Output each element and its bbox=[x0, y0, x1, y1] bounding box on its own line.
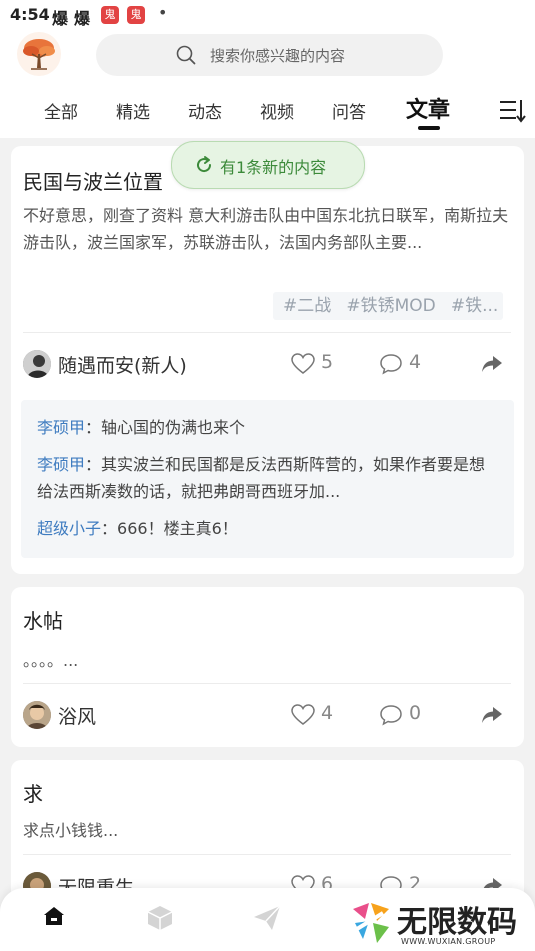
tab-activity[interactable]: 动态 bbox=[188, 98, 222, 123]
divider bbox=[23, 683, 511, 684]
search-icon bbox=[176, 45, 196, 65]
watermark: 无限数码 WWW.WUXIAN.GROUP bbox=[345, 895, 535, 951]
comment-preview: 李硕甲：轴心国的伪满也来个 bbox=[37, 414, 499, 441]
like-button[interactable]: 4 bbox=[291, 702, 333, 730]
new-content-text: 有1条新的内容 bbox=[220, 158, 327, 177]
app-logo[interactable] bbox=[17, 32, 61, 76]
comment-icon bbox=[380, 354, 402, 375]
tree-logo-icon bbox=[23, 39, 55, 70]
post-excerpt: 不好意思，刚查了资料 意大利游击队由中国东北抗日联军，南斯拉夫游击队，波兰国家军… bbox=[23, 206, 509, 252]
comment-text: 轴心国的伪满也来个 bbox=[101, 418, 246, 437]
author-name[interactable]: 随遇而安(新人) bbox=[58, 351, 187, 378]
watermark-text: 无限数码 bbox=[397, 905, 517, 940]
commenter-name[interactable]: 超级小子 bbox=[37, 519, 101, 538]
tab-all[interactable]: 全部 bbox=[44, 98, 78, 123]
like-count: 4 bbox=[321, 702, 334, 724]
watermark-subtext: WWW.WUXIAN.GROUP bbox=[401, 937, 496, 946]
search-bar[interactable]: 搜索你感兴趣的内容 bbox=[96, 34, 443, 76]
notification-glyph: 爆 bbox=[74, 9, 91, 28]
top-bar: 搜索你感兴趣的内容 全部 精选 动态 视频 问答 文章 bbox=[0, 30, 535, 138]
comment-button[interactable]: 0 bbox=[379, 702, 421, 730]
send-icon[interactable] bbox=[252, 904, 282, 932]
post-card[interactable]: 求 求点小钱钱... 无限重生 6 2 bbox=[11, 760, 524, 900]
post-tags: #二战 #铁锈MOD #铁... bbox=[273, 292, 503, 320]
commenter-name[interactable]: 李硕甲 bbox=[37, 418, 85, 437]
like-button[interactable]: 5 bbox=[291, 351, 333, 379]
post-title: 民国与波兰位置 bbox=[23, 170, 163, 194]
comment-icon bbox=[380, 705, 402, 726]
box-icon[interactable] bbox=[145, 904, 175, 932]
commenter-name[interactable]: 李硕甲 bbox=[37, 455, 85, 474]
heart-icon bbox=[291, 353, 315, 374]
tab-featured[interactable]: 精选 bbox=[116, 98, 150, 123]
post-title: 求 bbox=[23, 782, 43, 806]
status-bar: 4:54 爆 爆 鬼 鬼 • bbox=[0, 0, 535, 30]
tag[interactable]: #铁锈MOD bbox=[346, 292, 435, 320]
refresh-icon bbox=[197, 156, 212, 173]
like-count: 5 bbox=[321, 351, 334, 373]
tag[interactable]: #铁... bbox=[451, 292, 498, 320]
active-tab-indicator bbox=[418, 126, 440, 130]
watermark-logo bbox=[353, 903, 389, 943]
comment-separator: ： bbox=[85, 455, 102, 474]
share-icon[interactable] bbox=[481, 355, 503, 373]
notification-badge: 鬼 bbox=[101, 6, 119, 24]
comment-count: 4 bbox=[409, 351, 422, 373]
heart-icon bbox=[291, 704, 315, 725]
home-icon[interactable] bbox=[42, 904, 66, 928]
tab-menu-icon[interactable] bbox=[498, 98, 526, 124]
new-content-notice[interactable]: 有1条新的内容 bbox=[171, 141, 365, 189]
avatar[interactable] bbox=[23, 350, 51, 378]
post-title: 水帖 bbox=[23, 609, 63, 633]
search-placeholder: 搜索你感兴趣的内容 bbox=[210, 47, 346, 65]
comment-text: 666！楼主真6！ bbox=[117, 519, 238, 538]
post-card[interactable]: 民国与波兰位置 不好意思，刚查了资料 意大利游击队由中国东北抗日联军，南斯拉夫游… bbox=[11, 146, 524, 574]
divider bbox=[23, 332, 511, 333]
notification-badge: 鬼 bbox=[127, 6, 145, 24]
tab-qa[interactable]: 问答 bbox=[332, 98, 366, 123]
comment-text: 其实波兰和民国都是反法西斯阵营的，如果作者要是想给法西斯凑数的话，就把弗朗哥西班… bbox=[37, 455, 486, 501]
post-excerpt: 。。。。... bbox=[23, 651, 79, 670]
comment-separator: ： bbox=[85, 418, 102, 437]
status-time: 4:54 bbox=[10, 5, 50, 24]
comment-preview-box[interactable]: 李硕甲：轴心国的伪满也来个 李硕甲：其实波兰和民国都是反法西斯阵营的，如果作者要… bbox=[21, 400, 514, 558]
category-tabs: 全部 精选 动态 视频 问答 文章 bbox=[0, 92, 535, 132]
author-name[interactable]: 浴风 bbox=[58, 702, 96, 729]
comment-separator: ： bbox=[101, 519, 118, 538]
divider bbox=[23, 854, 511, 855]
avatar-image bbox=[23, 701, 51, 729]
post-excerpt: 求点小钱钱... bbox=[23, 821, 119, 840]
comment-button[interactable]: 4 bbox=[379, 351, 421, 379]
status-dot: • bbox=[158, 3, 168, 22]
post-author-row: 随遇而安(新人) 5 4 bbox=[11, 344, 524, 384]
avatar-image bbox=[23, 350, 51, 378]
share-icon[interactable] bbox=[481, 706, 503, 724]
comment-count: 0 bbox=[409, 702, 422, 724]
avatar[interactable] bbox=[23, 701, 51, 729]
notification-glyph: 爆 bbox=[52, 9, 69, 28]
post-card[interactable]: 水帖 。。。。... 浴风 4 0 bbox=[11, 587, 524, 747]
comment-preview: 超级小子：666！楼主真6！ bbox=[37, 515, 499, 542]
tab-videos[interactable]: 视频 bbox=[260, 98, 294, 123]
tab-articles[interactable]: 文章 bbox=[406, 92, 450, 124]
comment-preview: 李硕甲：其实波兰和民国都是反法西斯阵营的，如果作者要是想给法西斯凑数的话，就把弗… bbox=[37, 451, 499, 505]
tag[interactable]: #二战 bbox=[283, 292, 331, 320]
post-author-row: 浴风 4 0 bbox=[11, 695, 524, 735]
